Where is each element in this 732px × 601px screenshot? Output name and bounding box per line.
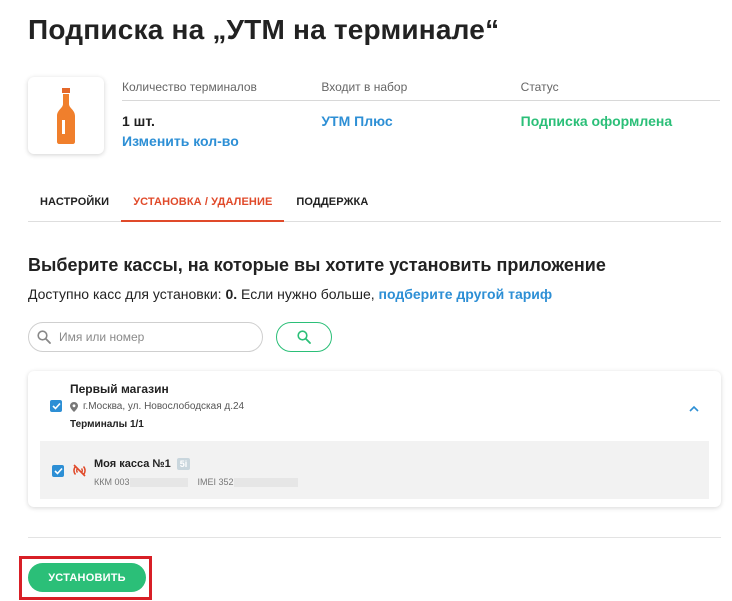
choose-tariff-link[interactable]: подберите другой тариф: [379, 286, 553, 302]
terminals-count: 1 шт.: [122, 113, 155, 129]
kassa-checkbox[interactable]: [52, 465, 64, 477]
search-button[interactable]: [276, 322, 332, 352]
tab-install-remove[interactable]: УСТАНОВКА / УДАЛЕНИЕ: [121, 186, 285, 222]
available-suffix: Если нужно больше,: [237, 286, 379, 302]
status-header: Статус: [520, 80, 559, 94]
kassa-meta: ККМ 003 IMEI 352: [94, 477, 298, 488]
redacted-block: [129, 478, 188, 488]
tab-settings[interactable]: НАСТРОЙКИ: [28, 186, 121, 222]
change-qty-link[interactable]: Изменить кол-во: [122, 133, 321, 149]
chevron-up-icon: [689, 405, 699, 412]
redacted-block: [233, 478, 298, 488]
available-prefix: Доступно касс для установки:: [28, 286, 226, 302]
divider: [28, 537, 721, 538]
store-address-text: г.Москва, ул. Новослободская д.24: [83, 401, 245, 412]
imei-number: IMEI 352: [197, 477, 234, 487]
location-pin-icon: [70, 401, 78, 412]
search-icon: [297, 330, 311, 344]
tab-bar: НАСТРОЙКИ УСТАНОВКА / УДАЛЕНИЕ ПОДДЕРЖКА: [28, 186, 721, 222]
store-address: г.Москва, ул. Новослободская д.24: [70, 401, 244, 412]
search-input[interactable]: [59, 330, 239, 344]
kassa-name: Моя касса №1 5i: [94, 458, 191, 470]
terminals-header: Количество терминалов: [122, 80, 257, 94]
check-icon: [51, 402, 61, 410]
tab-support[interactable]: ПОДДЕРЖКА: [284, 186, 380, 222]
check-icon: [53, 467, 63, 475]
no-signal-icon: [73, 464, 86, 477]
store-checkbox[interactable]: [50, 400, 62, 412]
store-terminals: Терминалы 1/1: [70, 419, 144, 430]
kkm-number: ККМ 003: [94, 477, 130, 487]
store-card: Первый магазин г.Москва, ул. Новослободс…: [28, 371, 721, 507]
search-box: [28, 322, 263, 352]
model-badge: 5i: [176, 458, 191, 470]
beer-bottle-icon: [57, 87, 75, 144]
status-value: Подписка оформлена: [520, 113, 673, 129]
search-icon: [37, 330, 51, 344]
bundle-link[interactable]: УТМ Плюс: [321, 113, 520, 133]
collapse-button[interactable]: [689, 399, 699, 417]
product-card: [28, 77, 104, 154]
bundle-header: Входит в набор: [321, 80, 408, 94]
page-title: Подписка на „УТМ на терминале“: [28, 14, 500, 45]
available-text: Доступно касс для установки: 0. Если нуж…: [28, 286, 552, 302]
subscription-info: Количество терминалов Входит в набор Ста…: [122, 77, 720, 149]
available-count: 0.: [225, 286, 238, 302]
section-heading: Выберите кассы, на которые вы хотите уст…: [28, 255, 606, 275]
kassa-row: Моя касса №1 5i ККМ 003 IMEI 352: [40, 441, 709, 499]
install-button[interactable]: УСТАНОВИТЬ: [28, 563, 146, 592]
store-name: Первый магазин: [70, 382, 169, 396]
kassa-name-text: Моя касса №1: [94, 458, 171, 470]
